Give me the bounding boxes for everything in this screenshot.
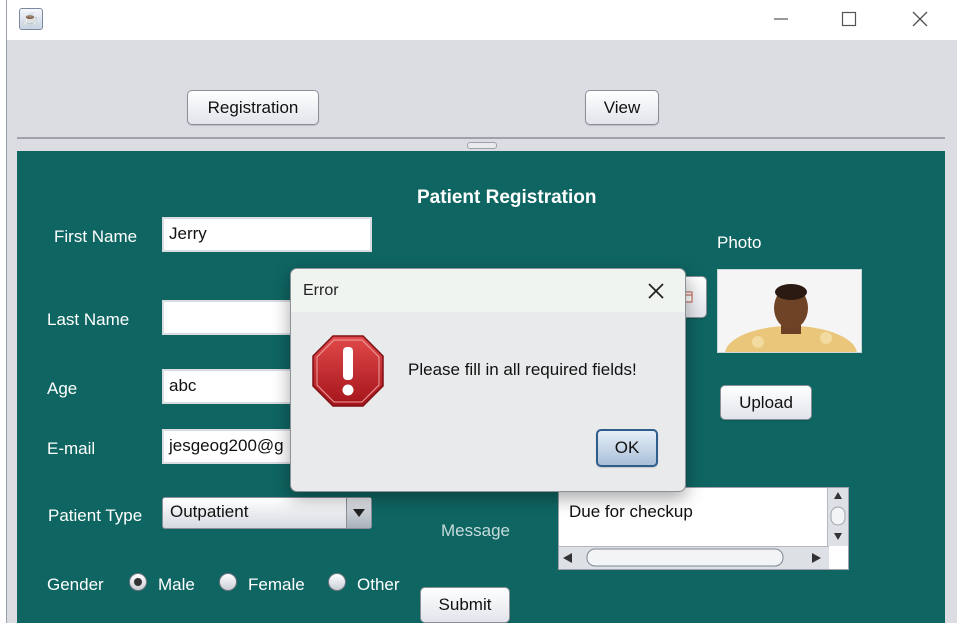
- close-icon: [912, 11, 928, 27]
- close-window-button[interactable]: [900, 6, 940, 32]
- scroll-arrows-icon: [830, 492, 846, 540]
- dialog-close-button[interactable]: [643, 278, 669, 304]
- dialog-title-bar: Error: [291, 269, 685, 312]
- gender-other-label: Other: [357, 575, 400, 594]
- age-label: Age: [47, 379, 78, 398]
- horizontal-scrollbar[interactable]: [559, 546, 829, 569]
- patient-photo: [717, 269, 862, 353]
- gender-male-radio[interactable]: [129, 573, 147, 591]
- message-textarea[interactable]: Due for checkup: [558, 487, 849, 570]
- vertical-scrollbar[interactable]: [827, 488, 848, 546]
- gender-female-label: Female: [248, 575, 305, 594]
- patient-photo-image: [718, 270, 861, 352]
- dialog-title: Error: [303, 282, 339, 299]
- navigation-bar: Registration View: [17, 40, 947, 138]
- minimize-button[interactable]: [761, 6, 801, 32]
- upload-button[interactable]: Upload: [720, 385, 812, 420]
- maximize-button[interactable]: [829, 6, 869, 32]
- last-name-label: Last Name: [47, 310, 130, 329]
- patient-type-label: Patient Type: [48, 506, 143, 525]
- close-icon: [648, 283, 664, 299]
- dialog-message: Please fill in all required fields!: [408, 360, 637, 379]
- gender-male-label: Male: [158, 575, 195, 594]
- patient-type-select[interactable]: Outpatient: [162, 497, 372, 529]
- email-label: E-mail: [47, 439, 96, 458]
- error-stop-icon: [312, 335, 384, 407]
- minimize-icon: [774, 18, 788, 20]
- submit-button[interactable]: Submit: [420, 587, 510, 623]
- divider-grip[interactable]: [467, 142, 497, 149]
- gender-female-radio[interactable]: [219, 573, 237, 591]
- form-heading: Patient Registration: [417, 187, 597, 208]
- app-window: ☕ Registration View Patient Registration…: [6, 0, 957, 623]
- gender-label: Gender: [47, 575, 104, 594]
- first-name-input[interactable]: Jerry: [162, 217, 372, 252]
- error-dialog: Error Please fill in all required fields…: [290, 268, 686, 492]
- ok-button[interactable]: OK: [596, 429, 658, 467]
- registration-button[interactable]: Registration: [187, 90, 319, 125]
- message-text: Due for checkup: [569, 502, 693, 521]
- title-bar: ☕: [7, 0, 957, 40]
- view-button[interactable]: View: [585, 90, 659, 125]
- photo-label: Photo: [717, 233, 762, 252]
- split-pane-divider[interactable]: [17, 137, 945, 139]
- java-app-icon: ☕: [19, 8, 43, 30]
- patient-type-value: Outpatient: [170, 502, 249, 521]
- first-name-label: First Name: [54, 227, 138, 246]
- gender-other-radio[interactable]: [328, 573, 346, 591]
- maximize-icon: [841, 11, 857, 27]
- message-label: Message: [441, 521, 510, 540]
- scroll-thumb-icon: [563, 548, 821, 567]
- chevron-down-icon[interactable]: [346, 498, 371, 528]
